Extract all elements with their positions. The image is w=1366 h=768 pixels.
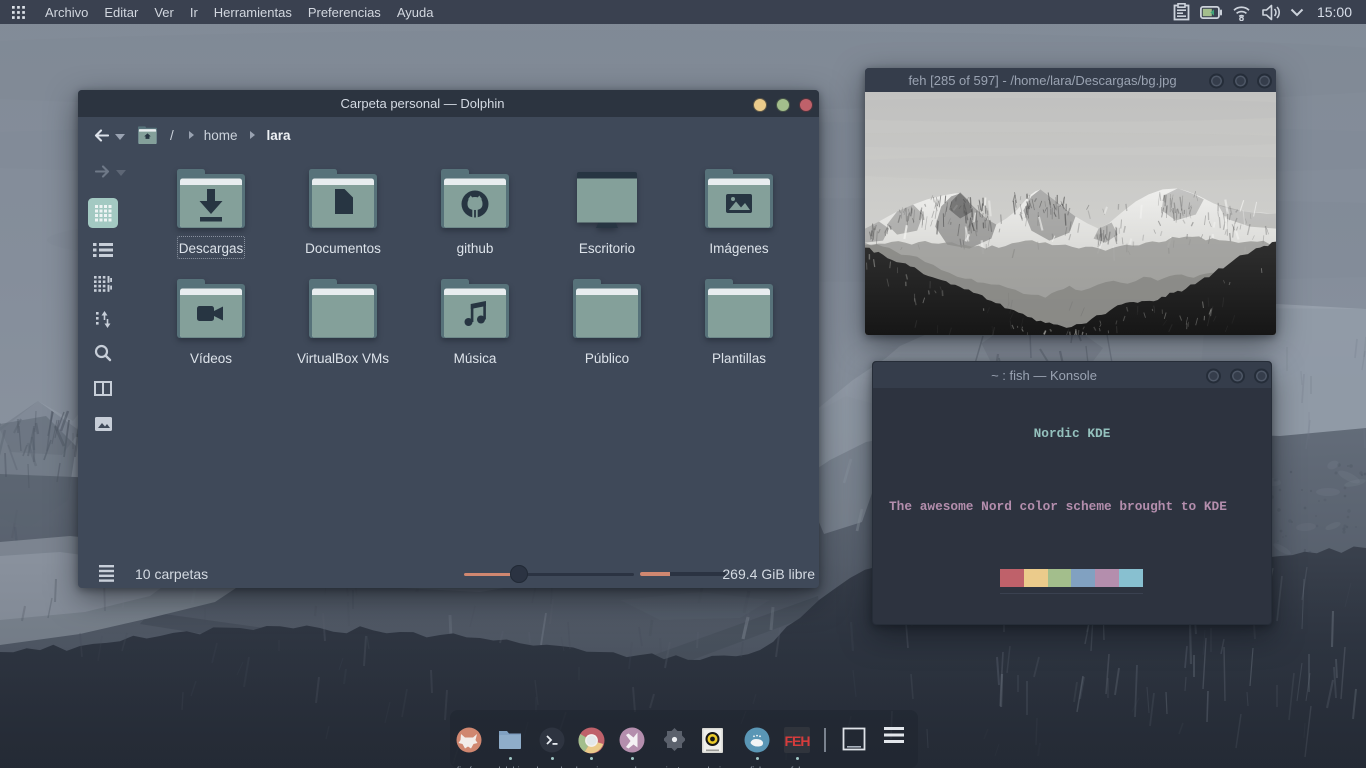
svg-text:FEH: FEH	[785, 733, 811, 749]
